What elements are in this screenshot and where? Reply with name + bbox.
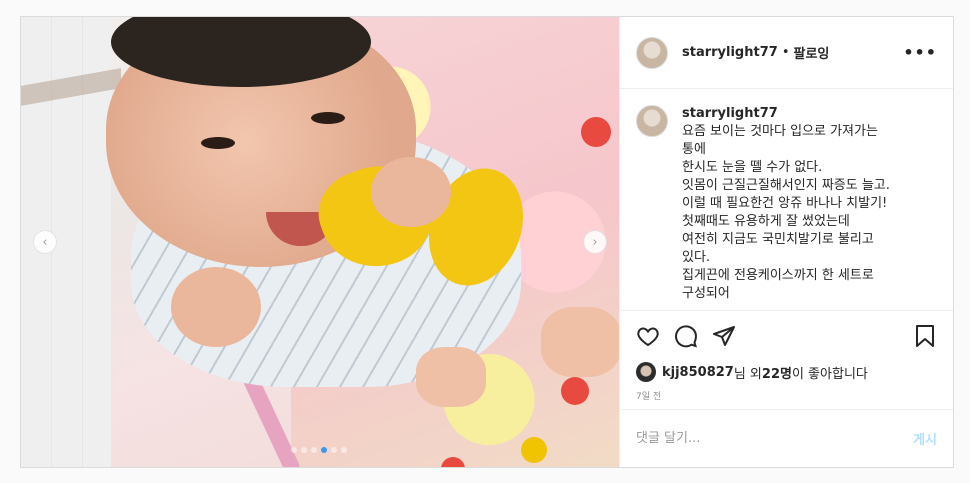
- flower-pattern: [521, 437, 547, 463]
- post-photo[interactable]: ‹ ›: [21, 17, 619, 467]
- baby-eye: [311, 112, 345, 124]
- post-card: ‹ › starrylight77 • 팔로잉 ••• starrylight7…: [20, 16, 954, 468]
- avatar[interactable]: [636, 36, 668, 69]
- carousel-dot: [311, 447, 317, 453]
- caption-line: 구성되어: [682, 286, 730, 301]
- next-glyph: ›: [592, 234, 598, 250]
- caption-line: 있다.: [682, 250, 711, 265]
- like-count[interactable]: 22명: [762, 363, 792, 382]
- baby-eye: [201, 137, 235, 149]
- caption: starrylight77 요즘 보이는 것마다 입으로 가져가는 통에 한시도…: [682, 105, 890, 301]
- avatar[interactable]: [636, 105, 668, 137]
- comment-icon[interactable]: [674, 324, 698, 348]
- carousel-dot: [301, 447, 307, 453]
- post-header: starrylight77 • 팔로잉 •••: [620, 17, 953, 89]
- chevron-right-icon[interactable]: ›: [583, 230, 607, 254]
- carousel-dot: [341, 447, 347, 453]
- like-username[interactable]: kjj850827: [662, 365, 734, 380]
- carousel-dot: [291, 447, 297, 453]
- comment-input[interactable]: [636, 431, 914, 446]
- post-username[interactable]: starrylight77: [682, 45, 778, 60]
- avatar: [636, 362, 656, 382]
- caption-line: 첫째때도 유용하게 잘 썼었는데: [682, 214, 850, 229]
- caption-area: starrylight77 요즘 보이는 것마다 입으로 가져가는 통에 한시도…: [620, 89, 953, 311]
- separator: •: [781, 45, 790, 60]
- flower-pattern: [561, 377, 589, 405]
- post-sidebar: starrylight77 • 팔로잉 ••• starrylight77 요즘…: [619, 17, 953, 467]
- caption-username[interactable]: starrylight77: [682, 105, 890, 123]
- caption-line: 여전히 지금도 국민치발기로 불리고: [682, 232, 874, 247]
- caption-line: 한시도 눈을 뗄 수가 없다.: [682, 160, 823, 175]
- caption-line: 이럴 때 필요한건 앙쥬 바나나 치발기!: [682, 196, 888, 211]
- carousel-dots: [291, 447, 347, 453]
- carousel-dot: [331, 447, 337, 453]
- more-icon[interactable]: •••: [903, 43, 937, 62]
- likes-mid: 님 외: [733, 366, 762, 382]
- likes-summary[interactable]: kjj850827 님 외 22명 이 좋아합니다: [620, 361, 953, 383]
- bookmark-icon[interactable]: [913, 324, 937, 348]
- chevron-left-icon[interactable]: ‹: [33, 230, 57, 254]
- action-bar: [620, 311, 953, 361]
- follow-button[interactable]: 팔로잉: [793, 43, 829, 62]
- caption-line: 요즘 보이는 것마다 입으로 가져가는: [682, 124, 878, 139]
- post-comment-button[interactable]: 게시: [913, 429, 937, 448]
- baby-foot: [416, 347, 486, 407]
- likes-suffix: 이 좋아합니다: [791, 366, 868, 382]
- carousel-dot: [321, 447, 327, 453]
- baby-hand: [171, 267, 261, 347]
- comment-form: 게시: [620, 409, 953, 467]
- heart-icon[interactable]: [636, 324, 660, 348]
- share-icon[interactable]: [712, 324, 736, 348]
- prev-glyph: ‹: [42, 234, 48, 250]
- flower-pattern: [581, 117, 611, 147]
- post-timestamp: 7일 전: [636, 392, 662, 402]
- baby-foot: [541, 307, 619, 377]
- baby-hand: [371, 157, 451, 227]
- caption-line: 통에: [682, 142, 706, 157]
- caption-line: 집게끈에 전용케이스까지 한 세트로: [682, 268, 874, 283]
- caption-line: 잇몸이 근질근질해서인지 짜증도 늘고.: [682, 178, 890, 193]
